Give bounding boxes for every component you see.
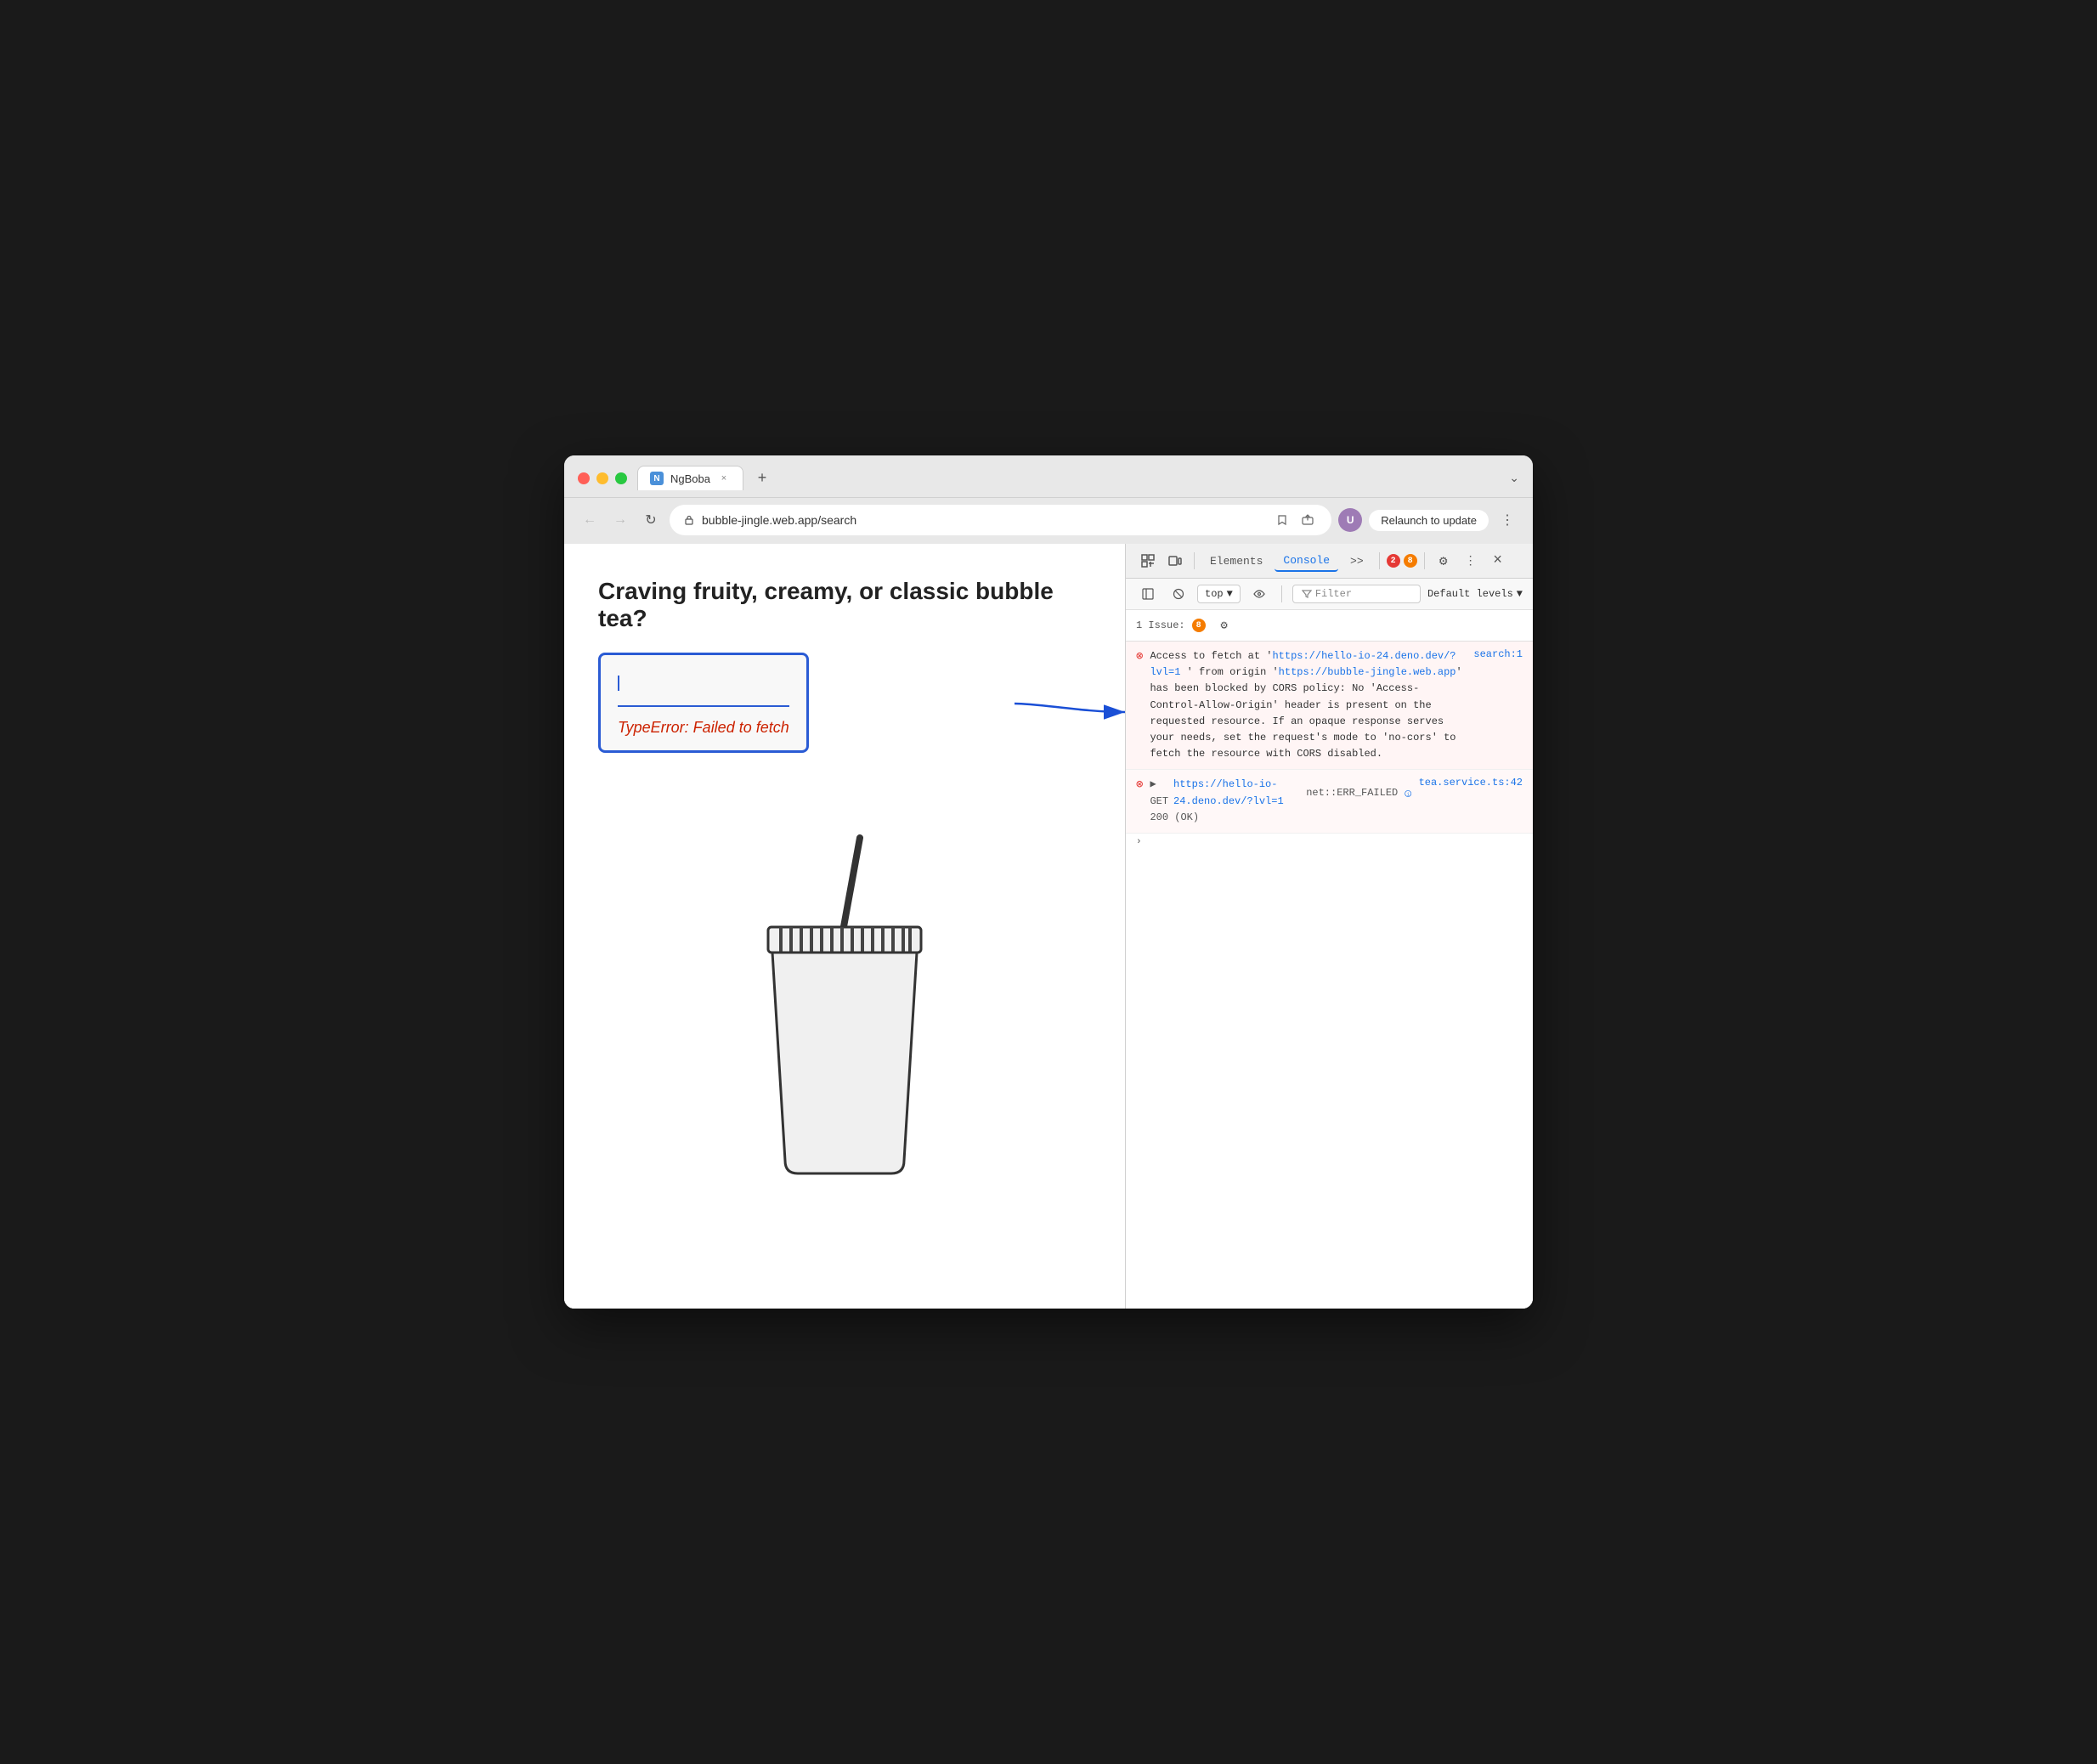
minimize-traffic-light[interactable]: [596, 472, 608, 484]
console-toolbar-sep: [1281, 585, 1282, 602]
cors-middle: ' from origin ': [1180, 666, 1278, 678]
relaunch-button[interactable]: Relaunch to update: [1369, 510, 1489, 531]
clear-console-icon[interactable]: [1167, 582, 1190, 606]
arrow-annotation: [1015, 687, 1133, 738]
search-input-container: [618, 669, 789, 707]
cors-prefix: Access to fetch at ': [1150, 650, 1272, 662]
url-display: bubble-jingle.web.app/search: [702, 513, 1265, 527]
user-avatar[interactable]: U: [1338, 508, 1362, 532]
default-levels-label: Default levels: [1427, 588, 1513, 600]
active-tab[interactable]: N NgBoba ×: [637, 466, 743, 490]
filter-placeholder: Filter: [1315, 588, 1352, 600]
issues-badge: 8: [1192, 619, 1206, 632]
tab-title: NgBoba: [670, 472, 710, 485]
tab-area: N NgBoba × + ⌄: [637, 466, 1519, 490]
page-heading: Craving fruity, creamy, or classic bubbl…: [598, 578, 1091, 632]
status-200: 200 (OK): [1150, 811, 1199, 823]
console-output: ⊗ Access to fetch at 'https://hello-io-2…: [1126, 642, 1533, 1309]
tab-more[interactable]: >>: [1342, 551, 1372, 571]
warn-count-badge: 8: [1404, 554, 1417, 568]
eye-icon[interactable]: [1247, 582, 1271, 606]
get-method: ▶ GET: [1150, 777, 1168, 809]
address-input[interactable]: bubble-jingle.web.app/search: [670, 505, 1331, 535]
expand-console-arrow[interactable]: ›: [1126, 834, 1533, 851]
address-bar: ← → ↻ bubble-jingle.web.app/search: [564, 498, 1533, 544]
console-entry-cors: ⊗ Access to fetch at 'https://hello-io-2…: [1126, 642, 1533, 770]
console-toolbar: top ▼ Filter Default lev: [1126, 579, 1533, 610]
share-icon[interactable]: [1297, 510, 1318, 530]
issues-label: 1 Issue:: [1136, 619, 1185, 631]
settings-icon[interactable]: ⚙: [1432, 549, 1455, 573]
security-icon: [683, 514, 695, 526]
get-entry-content: ▶ GET https://hello-io-24.deno.dev/?lvl=…: [1150, 777, 1411, 826]
bookmark-icon[interactable]: [1272, 510, 1292, 530]
new-tab-button[interactable]: +: [750, 466, 774, 490]
cors-url2-link[interactable]: https://bubble-jingle.web.app: [1279, 666, 1456, 678]
svg-text:i: i: [1407, 792, 1410, 797]
filter-input[interactable]: Filter: [1292, 585, 1421, 603]
tab-chevron-icon[interactable]: ⌄: [1509, 471, 1519, 485]
get-entry-header: ⊗ ▶ GET https://hello-io-24.deno.dev/?lv…: [1136, 777, 1523, 826]
address-icons: [1272, 510, 1318, 530]
toolbar-separator: [1194, 552, 1195, 569]
boba-illustration: [598, 821, 1091, 1195]
forward-button[interactable]: →: [608, 508, 632, 532]
tab-elements[interactable]: Elements: [1201, 551, 1271, 571]
boba-cup-svg: [734, 821, 955, 1195]
webpage: Craving fruity, creamy, or classic bubbl…: [564, 544, 1125, 1309]
cors-source-link[interactable]: search:1: [1473, 648, 1523, 660]
browser-window: N NgBoba × + ⌄ ← → ↻ bubble-jingle.web.a…: [564, 455, 1533, 1309]
console-sidebar-icon[interactable]: [1136, 582, 1160, 606]
status-row: 200 (OK): [1150, 810, 1411, 826]
error-count-badge: 2: [1387, 554, 1400, 568]
close-traffic-light[interactable]: [578, 472, 590, 484]
cors-entry-content: Access to fetch at 'https://hello-io-24.…: [1150, 648, 1467, 762]
cors-suffix: ' has been blocked by CORS policy: No 'A…: [1150, 666, 1461, 760]
devtools-close-icon[interactable]: ×: [1486, 549, 1510, 573]
get-url-link[interactable]: https://hello-io-24.deno.dev/?lvl=1: [1173, 777, 1301, 809]
get-source-link[interactable]: tea.service.ts:42: [1419, 777, 1523, 789]
get-row: ▶ GET https://hello-io-24.deno.dev/?lvl=…: [1150, 777, 1411, 809]
console-entry-get: ⊗ ▶ GET https://hello-io-24.deno.dev/?lv…: [1126, 770, 1533, 834]
default-levels-chevron: ▼: [1517, 588, 1523, 600]
more-tools-icon[interactable]: ⋮: [1459, 549, 1483, 573]
top-label: top: [1205, 588, 1224, 600]
traffic-lights: [578, 472, 627, 484]
issues-bar: 1 Issue: 8 ⚙: [1126, 610, 1533, 642]
devtools-panel: Elements Console >> 2 8 ⚙ ⋮ ×: [1125, 544, 1533, 1309]
refresh-button[interactable]: ↻: [639, 508, 663, 532]
title-bar: N NgBoba × + ⌄: [564, 455, 1533, 498]
error-badge: 2: [1387, 554, 1400, 568]
filter-icon: [1302, 589, 1312, 599]
cursor-indicator: [618, 676, 619, 691]
error-message: TypeError: Failed to fetch: [618, 719, 789, 737]
maximize-traffic-light[interactable]: [615, 472, 627, 484]
tab-favicon: N: [650, 472, 664, 485]
context-dropdown-icon: ▼: [1227, 588, 1233, 600]
search-section: TypeError: Failed to fetch: [598, 653, 809, 753]
error-icon-get: ⊗: [1136, 777, 1143, 792]
network-info-icon[interactable]: i: [1405, 788, 1411, 800]
content-area: Craving fruity, creamy, or classic bubbl…: [564, 544, 1533, 1309]
default-levels-dropdown[interactable]: Default levels ▼: [1427, 588, 1523, 600]
toolbar-separator-3: [1424, 552, 1425, 569]
tab-close-button[interactable]: ×: [717, 472, 731, 485]
net-error: net::ERR_FAILED: [1306, 785, 1398, 801]
cors-entry-header: ⊗ Access to fetch at 'https://hello-io-2…: [1136, 648, 1523, 762]
inspect-element-icon[interactable]: [1136, 549, 1160, 573]
tab-console[interactable]: Console: [1275, 551, 1338, 572]
more-options-icon[interactable]: ⋮: [1495, 508, 1519, 532]
warn-badge: 8: [1404, 554, 1417, 568]
search-box: TypeError: Failed to fetch: [598, 653, 809, 753]
devtools-toolbar: Elements Console >> 2 8 ⚙ ⋮ ×: [1126, 544, 1533, 579]
back-button[interactable]: ←: [578, 508, 602, 532]
toolbar-separator-2: [1379, 552, 1380, 569]
device-toolbar-icon[interactable]: [1163, 549, 1187, 573]
context-selector[interactable]: top ▼: [1197, 585, 1241, 603]
issues-settings-icon[interactable]: ⚙: [1212, 613, 1236, 637]
error-icon-cors: ⊗: [1136, 649, 1143, 664]
